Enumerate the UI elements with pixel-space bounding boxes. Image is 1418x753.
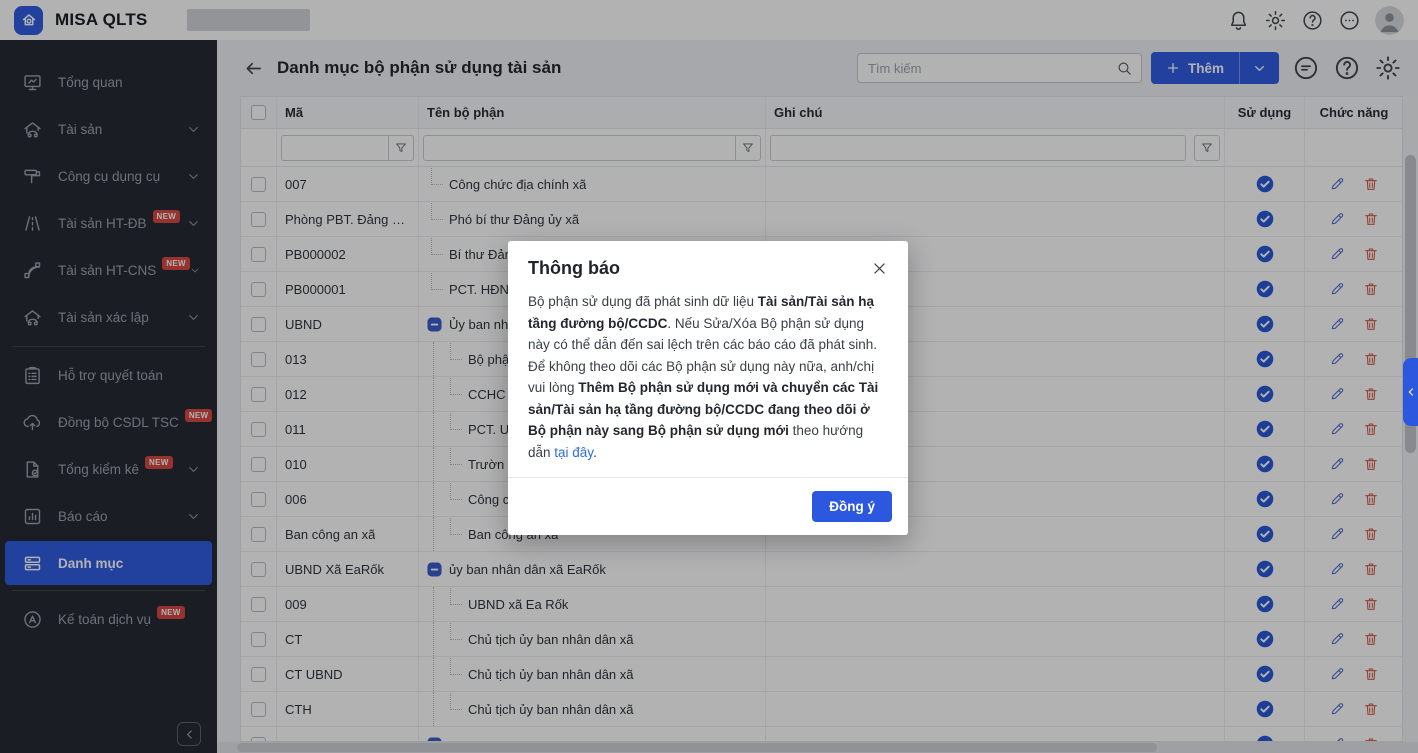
chevron-left-icon	[1406, 387, 1416, 397]
dialog-body: Bộ phận sử dụng đã phát sinh dữ liệu Tài…	[508, 288, 908, 477]
help-link[interactable]: tại đây	[554, 445, 593, 460]
notification-dialog: Thông báo Bộ phận sử dụng đã phát sinh d…	[508, 241, 908, 535]
dialog-header: Thông báo	[508, 241, 908, 288]
side-panel-toggle[interactable]	[1403, 358, 1418, 426]
confirm-button[interactable]: Đồng ý	[812, 491, 892, 522]
modal-paragraph: Để không theo dõi các Bộ phận sử dụng nà…	[528, 356, 888, 464]
close-icon[interactable]	[871, 260, 888, 277]
dialog-title: Thông báo	[528, 258, 620, 279]
modal-paragraph: Bộ phận sử dụng đã phát sinh dữ liệu Tài…	[528, 291, 888, 356]
dialog-footer: Đồng ý	[508, 477, 908, 535]
